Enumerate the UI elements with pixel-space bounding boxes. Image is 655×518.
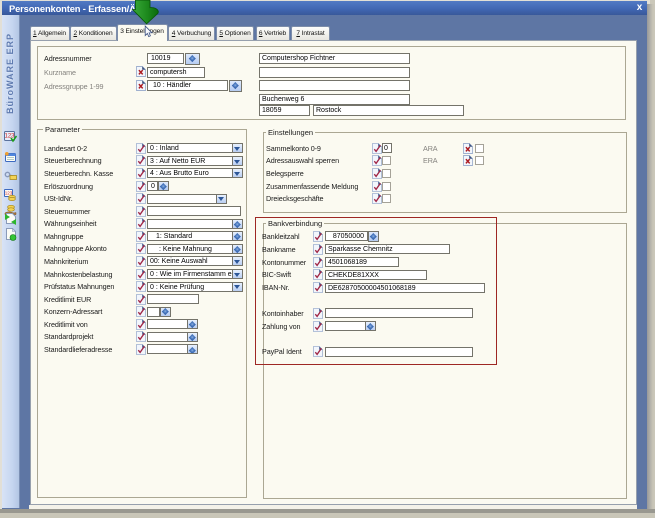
svg-text:123: 123 bbox=[4, 134, 15, 140]
svg-text:123: 123 bbox=[5, 191, 13, 196]
